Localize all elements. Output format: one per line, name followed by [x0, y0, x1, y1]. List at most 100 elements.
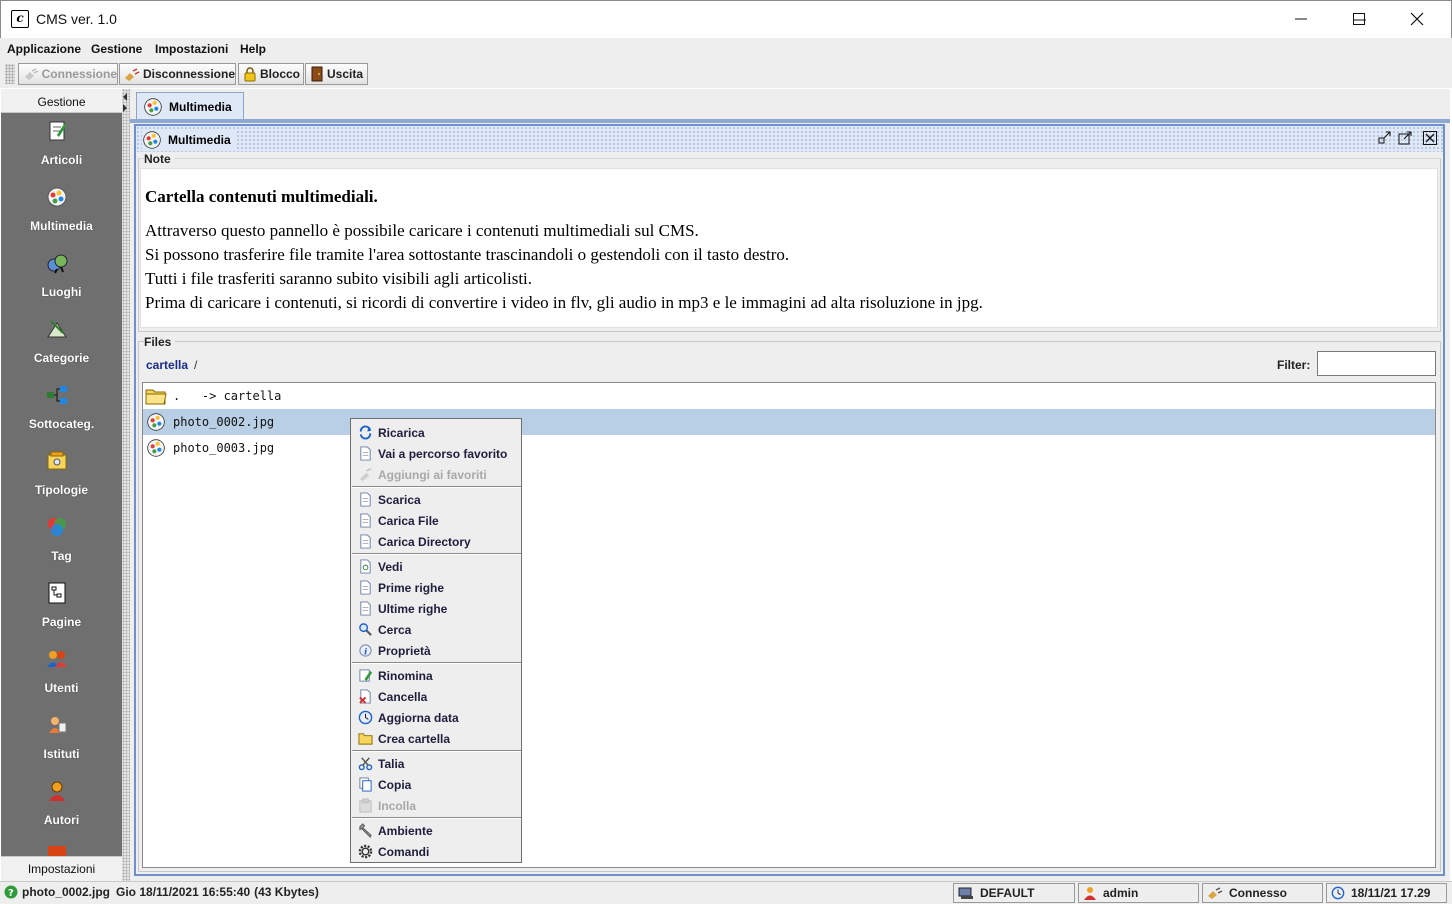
page-icon: [48, 582, 66, 604]
file-row[interactable]: photo_0003.jpg: [143, 435, 1435, 461]
menu-item-carica-file[interactable]: Carica File: [351, 510, 521, 531]
filter-input[interactable]: [1317, 351, 1436, 376]
menu-gestione[interactable]: Gestione: [91, 42, 142, 56]
menu-item-label: Aggiungi ai favoriti: [378, 467, 487, 482]
gear-icon: [358, 844, 373, 859]
menubar: Applicazione Gestione Impostazioni Help: [0, 38, 1452, 60]
document-icon: [360, 446, 371, 461]
menu-applicazione[interactable]: Applicazione: [7, 42, 81, 56]
note-line: Tutti i file trasferiti saranno subito v…: [145, 269, 533, 288]
menu-item-prime-righe[interactable]: Prime righe: [351, 577, 521, 598]
internal-frame-titlebar[interactable]: Multimedia: [136, 126, 1443, 152]
menu-item-cancella[interactable]: Cancella: [351, 686, 521, 707]
menu-item-ultime-righe[interactable]: Ultime righe: [351, 598, 521, 619]
file-row-parent[interactable]: . -> cartella: [143, 383, 1435, 409]
image-file-icon: [147, 413, 165, 431]
status-file-date: Gio 18/11/2021 16:55:40: [116, 885, 251, 899]
menu-item-copia[interactable]: Copia: [351, 774, 521, 795]
menu-item-label: Incolla: [378, 798, 417, 813]
sidebar-item-categorie[interactable]: Categorie: [1, 317, 122, 383]
menu-item-cerca[interactable]: Cerca: [351, 619, 521, 640]
menu-item-aggiungi-ai-favoriti[interactable]: Aggiungi ai favoriti: [351, 464, 521, 485]
menu-item-scarica[interactable]: Scarica: [351, 489, 521, 510]
file-list[interactable]: . -> cartella photo_0002.jpg photo_0003.…: [142, 382, 1436, 868]
status-user: admin: [1078, 883, 1199, 903]
menu-item-crea-cartella[interactable]: Crea cartella: [351, 728, 521, 749]
status-file-size: (43 Kbytes): [254, 885, 319, 899]
clock-icon: [1331, 886, 1345, 900]
types-icon: [47, 451, 67, 470]
sidebar-item-pagine[interactable]: Pagine: [1, 581, 122, 647]
server-icon: [958, 887, 973, 899]
tab-scroll-icon[interactable]: [120, 90, 130, 120]
sidebar-header[interactable]: Gestione: [1, 89, 122, 113]
svg-text:i: i: [364, 646, 367, 656]
search-icon: [359, 623, 372, 636]
sidebar-item-utenti[interactable]: Utenti: [1, 647, 122, 713]
note-title: Cartella contenuti multimediali.: [145, 187, 378, 206]
sidebar-item-sottocateg[interactable]: Sottocateg.: [1, 383, 122, 449]
menu-item-ambiente[interactable]: Ambiente: [351, 820, 521, 841]
globe-icon: [47, 254, 68, 274]
file-row[interactable]: photo_0002.jpg: [143, 409, 1435, 435]
multimedia-icon: [47, 187, 67, 207]
menu-item-label: Scarica: [378, 492, 421, 507]
menu-item-incolla[interactable]: Incolla: [351, 795, 521, 816]
menu-item-rinomina[interactable]: Rinomina: [351, 665, 521, 686]
tab-multimedia[interactable]: Multimedia: [136, 92, 244, 120]
menu-item-vai-a-percorso-favorito[interactable]: Vai a percorso favorito: [351, 443, 521, 464]
minimize-window-button[interactable]: [1272, 0, 1330, 38]
close-window-button[interactable]: [1388, 0, 1446, 38]
connect-button[interactable]: Connessione: [18, 63, 118, 85]
maximize-window-button[interactable]: [1330, 0, 1388, 38]
sidebar-item-autori[interactable]: Autori: [1, 779, 122, 845]
copy-icon: [359, 777, 372, 792]
iconify-icon[interactable]: [1378, 131, 1392, 145]
menu-item-label: Aggiorna data: [378, 710, 459, 725]
sidebar-item-label: Tag: [51, 549, 72, 563]
connect-button-label: Connessione: [41, 67, 117, 81]
menu-item-carica-directory[interactable]: Carica Directory: [351, 531, 521, 552]
internal-frame-title: Multimedia: [142, 130, 235, 150]
view-icon: [360, 559, 371, 574]
sidebar-item-label: Istituti: [43, 747, 80, 761]
menu-item-talia[interactable]: Talia: [351, 753, 521, 774]
menu-impostazioni[interactable]: Impostazioni: [155, 42, 228, 56]
sidebar-item-tipologie[interactable]: Tipologie: [1, 449, 122, 515]
menu-item-vedi[interactable]: Vedi: [351, 556, 521, 577]
sidebar-item-multimedia[interactable]: Multimedia: [1, 185, 122, 251]
note-line: Si possono trasferire file tramite l'are…: [145, 245, 790, 264]
breadcrumb-folder-link[interactable]: cartella: [146, 358, 188, 372]
menu-item-label: Crea cartella: [378, 731, 451, 746]
document-icon: [360, 513, 371, 528]
tab-label: Multimedia: [169, 99, 232, 114]
context-menu: Ricarica Vai a percorso favorito Aggiung…: [350, 418, 522, 863]
menu-item-comandi[interactable]: Comandi: [351, 841, 521, 862]
sidebar-item-luoghi[interactable]: Luoghi: [1, 251, 122, 317]
sidebar-item-tag[interactable]: Tag: [1, 515, 122, 581]
maximize-frame-icon[interactable]: [1398, 131, 1412, 145]
window-titlebar: c CMS ver. 1.0: [0, 0, 1452, 38]
close-frame-icon[interactable]: [1423, 131, 1437, 145]
sidebar-footer[interactable]: Impostazioni: [1, 856, 122, 881]
menu-item-ricarica[interactable]: Ricarica: [351, 422, 521, 443]
disconnect-button[interactable]: Disconnessione: [119, 63, 236, 85]
menu-help[interactable]: Help: [240, 42, 266, 56]
menu-item-aggiorna-data[interactable]: Aggiorna data: [351, 707, 521, 728]
menu-item-label: Comandi: [378, 844, 430, 859]
lock-button[interactable]: Blocco: [238, 63, 304, 85]
clock-icon: [358, 710, 373, 725]
unplug-icon: [125, 68, 140, 81]
folder-icon: [358, 733, 373, 745]
document-icon: [360, 601, 371, 616]
sidebar: Gestione Articoli Multimedia Luoghi Cate…: [1, 89, 122, 881]
exit-button[interactable]: Uscita: [305, 63, 368, 85]
institute-icon: [49, 717, 67, 733]
author-icon: [49, 781, 65, 801]
menu-item-proprieta[interactable]: i Proprietà: [351, 640, 521, 661]
sidebar-splitter[interactable]: [122, 89, 130, 881]
sidebar-item-articoli[interactable]: Articoli: [1, 119, 122, 185]
user-icon: [1084, 887, 1096, 900]
sidebar-item-istituti[interactable]: Istituti: [1, 713, 122, 779]
toolbar-grip[interactable]: [5, 64, 15, 84]
